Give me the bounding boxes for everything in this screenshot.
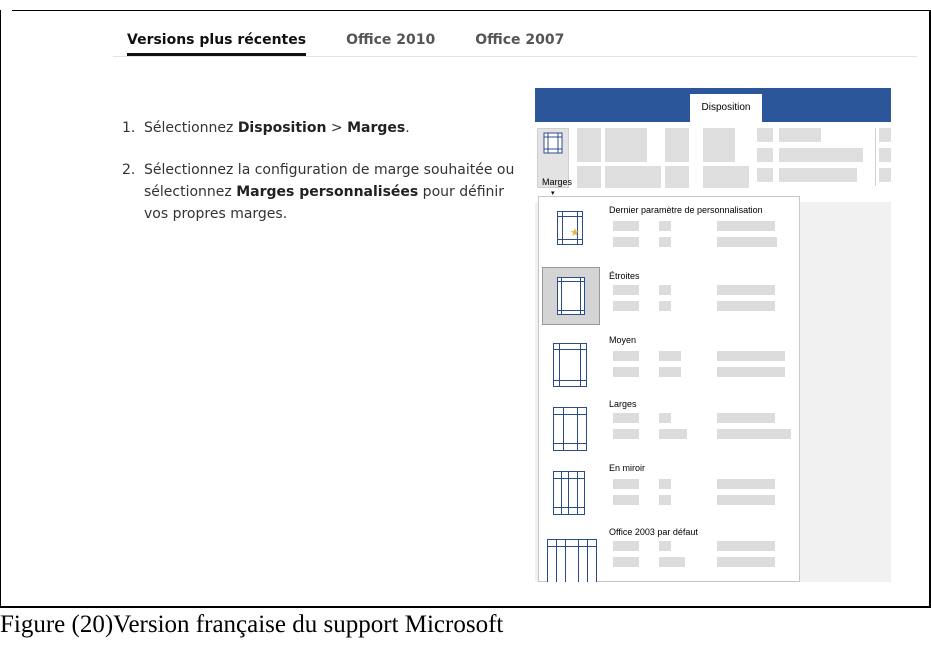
ribbon-placeholder: [703, 166, 749, 188]
ribbon-placeholder: [605, 166, 661, 188]
ribbon-placeholder: [879, 168, 891, 182]
step-1: 1. Sélectionnez Disposition > Marges.: [122, 117, 522, 139]
margin-thumbnail: ★: [557, 211, 583, 245]
instruction-steps: 1. Sélectionnez Disposition > Marges. 2.…: [122, 117, 522, 245]
star-icon: ★: [570, 227, 580, 239]
word-screenshot: Disposition Marges ▾ Dernier paramètre d…: [535, 88, 891, 582]
ribbon-separator: [875, 128, 876, 186]
ribbon-placeholder: [879, 148, 891, 162]
menu-item-office-2003[interactable]: Office 2003 par défaut: [539, 525, 801, 582]
tab-office-2010[interactable]: Office 2010: [346, 30, 435, 56]
menu-item-title: Office 2003 par défaut: [609, 527, 698, 537]
ribbon-placeholder: [577, 128, 601, 162]
step-text: Sélectionnez Disposition > Marges.: [144, 120, 410, 136]
ribbon-placeholder: [757, 128, 773, 142]
ribbon-placeholder: [779, 148, 863, 162]
figure-caption: Figure (20)Version française du support …: [0, 611, 504, 638]
margin-thumbnail: [553, 407, 587, 451]
menu-item-title: Étroites: [609, 271, 640, 281]
menu-item-title: Larges: [609, 399, 637, 409]
ribbon-placeholder: [779, 128, 821, 142]
tabs-divider: [113, 56, 917, 57]
tab-versions-recentes[interactable]: Versions plus récentes: [127, 30, 307, 56]
menu-item-dernier-parametre[interactable]: Dernier paramètre de personnalisation ★: [539, 203, 801, 269]
tab-disposition[interactable]: Disposition: [690, 94, 762, 122]
marges-button[interactable]: Marges ▾: [537, 128, 573, 197]
version-tabs: Versions plus récentes Office 2010 Offic…: [127, 30, 604, 56]
step-2: 2. Sélectionnez la configuration de marg…: [122, 159, 522, 225]
menu-item-title: Dernier paramètre de personnalisation: [609, 205, 763, 215]
frame-left-border: [0, 10, 1, 608]
margin-thumbnail: [557, 277, 585, 315]
tab-office-2007[interactable]: Office 2007: [475, 30, 564, 56]
ribbon-placeholder: [577, 166, 601, 188]
ribbon-placeholder: [665, 166, 689, 188]
margin-thumbnail: [553, 343, 587, 387]
frame-top-border: [12, 10, 929, 11]
menu-item-larges[interactable]: Larges: [539, 397, 801, 463]
menu-item-title: En miroir: [609, 463, 646, 473]
ribbon: Marges ▾: [535, 122, 891, 202]
step-number: 2.: [122, 162, 136, 178]
menu-item-en-miroir[interactable]: En miroir: [539, 461, 801, 527]
margins-icon: [543, 132, 563, 154]
menu-item-etroites[interactable]: Étroites: [539, 267, 801, 335]
menu-item-title: Moyen: [609, 335, 637, 345]
ribbon-placeholder: [757, 148, 773, 162]
ribbon-placeholder: [879, 128, 891, 142]
ribbon-placeholder: [757, 168, 773, 182]
step-text: Sélectionnez la configuration de marge s…: [144, 162, 515, 222]
margin-thumbnail: [547, 539, 597, 582]
frame-bottom-border: [0, 606, 931, 608]
ribbon-placeholder: [605, 128, 647, 162]
menu-item-moyen[interactable]: Moyen: [539, 333, 801, 399]
ribbon-placeholder: [779, 168, 857, 182]
ribbon-tab-bar: Disposition: [535, 88, 891, 122]
step-number: 1.: [122, 120, 136, 136]
marges-label: Marges: [542, 177, 573, 187]
margin-thumbnail: [553, 471, 585, 515]
margins-dropdown: Dernier paramètre de personnalisation ★ …: [538, 196, 800, 582]
ribbon-placeholder: [665, 128, 689, 162]
ribbon-placeholder: [703, 128, 735, 162]
